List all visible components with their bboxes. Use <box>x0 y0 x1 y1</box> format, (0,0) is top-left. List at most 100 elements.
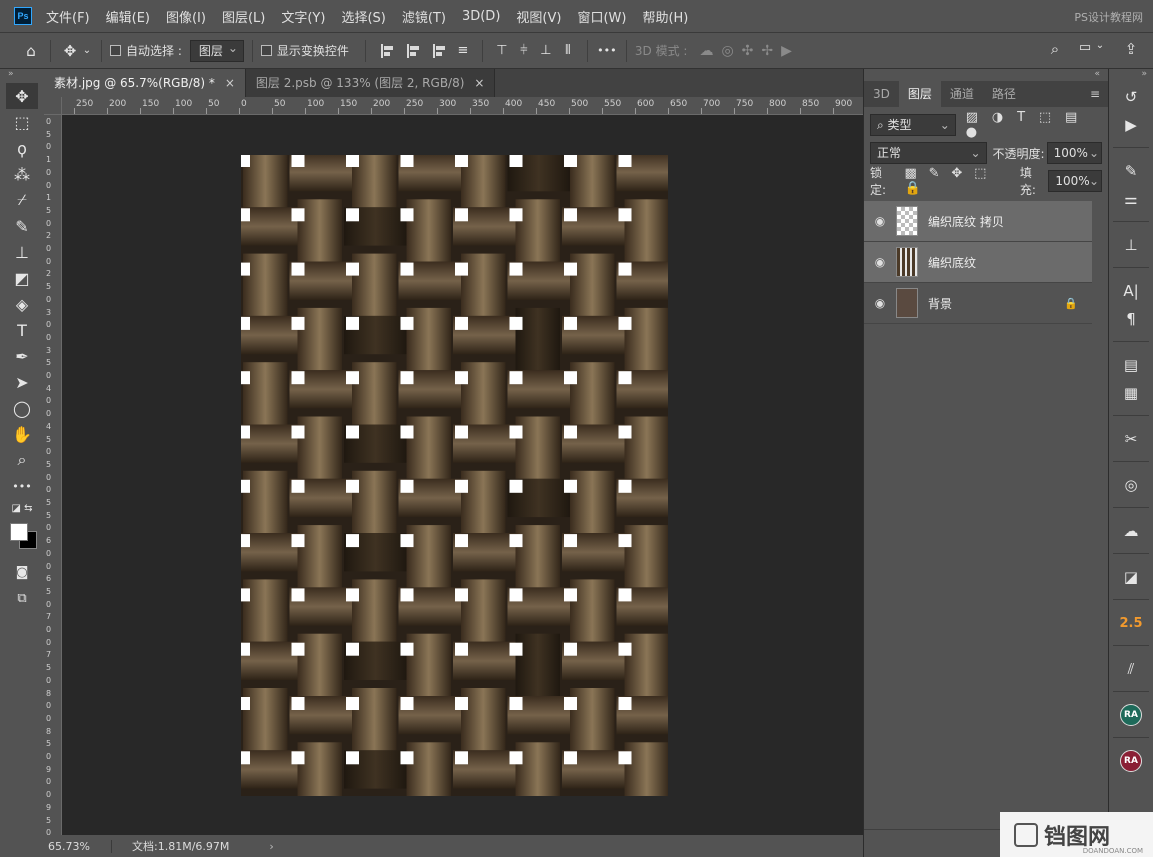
chevron-down-icon[interactable]: ⌄ <box>81 45 93 56</box>
hand-tool-icon[interactable]: ✋ <box>0 421 44 447</box>
collapse-panel-icon[interactable]: « <box>864 69 1108 81</box>
roll-3d-icon[interactable]: ◎ <box>721 43 733 59</box>
paint-bucket-tool-icon[interactable]: ◈ <box>0 291 44 317</box>
menu-type[interactable]: 文字(Y) <box>281 7 325 26</box>
lock-position-icon[interactable]: ✥ <box>951 166 962 181</box>
layer-filter-dropdown[interactable]: ⌕ 类型 ⌄ <box>870 114 956 136</box>
pen-tool-icon[interactable]: ✒ <box>0 343 44 369</box>
align-right-icon[interactable] <box>432 43 445 58</box>
libraries-icon[interactable]: ☁ <box>1109 517 1153 545</box>
layer-weave[interactable]: ◉ 编织底纹 <box>864 242 1092 283</box>
menu-window[interactable]: 窗口(W) <box>577 7 626 26</box>
orbit-3d-icon[interactable]: ☁ <box>699 43 713 59</box>
workspace-chevron-icon[interactable]: ⌄ <box>1094 40 1106 51</box>
auto-select-checkbox[interactable] <box>110 45 121 56</box>
close-tab-icon[interactable]: × <box>474 76 484 90</box>
character-icon[interactable]: A| <box>1109 277 1153 305</box>
align-top-icon[interactable]: ⊤ <box>491 43 513 58</box>
zoom-level[interactable]: 65.73% <box>44 839 112 853</box>
swatches-icon[interactable]: ◪ <box>1109 563 1153 591</box>
tab-paths[interactable]: 路径 <box>983 81 1025 107</box>
tab-sucai[interactable]: 素材.jpg @ 65.7%(RGB/8) * × <box>44 69 246 97</box>
more-tools-icon[interactable]: ••• <box>0 473 44 499</box>
status-menu-arrow[interactable]: › <box>269 840 273 853</box>
distribute-icon[interactable]: ≡ <box>452 43 474 58</box>
smart-object-filter-icon[interactable]: ▤ <box>1065 110 1077 125</box>
more-options-icon[interactable]: ••• <box>596 44 618 57</box>
actions-icon[interactable]: ▶ <box>1109 111 1153 139</box>
slide-3d-icon[interactable]: ✢ <box>761 43 773 59</box>
tools-cross-icon[interactable]: ✂ <box>1109 425 1153 453</box>
ra-plugin-red-icon[interactable]: RA <box>1109 747 1153 775</box>
menu-filter[interactable]: 滤镜(T) <box>402 7 446 26</box>
lock-all-icon[interactable]: 🔒 <box>904 181 920 196</box>
menu-3d[interactable]: 3D(D) <box>462 9 500 24</box>
tab-3d[interactable]: 3D <box>864 81 899 107</box>
plugin-25-icon[interactable]: 2.5 <box>1109 609 1153 637</box>
home-icon[interactable]: ⌂ <box>20 42 42 60</box>
magic-wand-tool-icon[interactable]: ⁂ <box>0 161 44 187</box>
document-canvas[interactable] <box>241 155 668 796</box>
properties-icon[interactable]: ▤ <box>1109 351 1153 379</box>
search-icon[interactable]: ⌕ <box>1044 40 1066 58</box>
align-left-icon[interactable] <box>380 43 393 58</box>
menu-file[interactable]: 文件(F) <box>46 7 90 26</box>
menu-view[interactable]: 视图(V) <box>516 7 561 26</box>
layer-weave-copy[interactable]: ◉ 编织底纹 拷贝 <box>864 201 1092 242</box>
pixel-filter-icon[interactable]: ▨ <box>966 110 978 125</box>
stamp-tool-icon[interactable]: ⊥ <box>0 239 44 265</box>
pan-3d-icon[interactable]: ✣ <box>742 43 754 59</box>
menu-select[interactable]: 选择(S) <box>341 7 385 26</box>
ra-plugin-icon[interactable]: RA <box>1109 701 1153 729</box>
zoom-tool-icon[interactable]: ⌕ <box>0 447 44 473</box>
workspace-icon[interactable]: ▭ <box>1074 40 1096 55</box>
panel-menu-icon[interactable]: ≡ <box>1090 81 1108 107</box>
show-transform-checkbox[interactable] <box>260 45 272 56</box>
ruler-vertical[interactable]: 0 5 0 1 0 0 1 5 0 2 0 0 2 5 0 3 0 0 3 5 0 4 0 0 4 5 0 5 0 0 5 5 0 6 0 0 6 5 0 7… <box>44 97 62 835</box>
align-center-icon[interactable] <box>406 43 419 58</box>
adjustments-icon[interactable]: ⚌ <box>1109 185 1153 213</box>
tab-channels[interactable]: 通道 <box>941 81 983 107</box>
fill-input[interactable]: 100% ⌄ <box>1048 170 1102 192</box>
opacity-input[interactable]: 100% ⌄ <box>1046 142 1102 164</box>
type-tool-icon[interactable]: T <box>0 317 44 343</box>
menu-image[interactable]: 图像(I) <box>166 7 206 26</box>
navigator-icon[interactable]: ◎ <box>1109 471 1153 499</box>
foreground-color[interactable] <box>10 523 28 541</box>
stripes-icon[interactable]: ⫽ <box>1109 655 1153 683</box>
clone-source-icon[interactable]: ⊥ <box>1109 231 1153 259</box>
menu-edit[interactable]: 编辑(E) <box>106 7 150 26</box>
menu-help[interactable]: 帮助(H) <box>642 7 688 26</box>
auto-select-dropdown[interactable]: 图层 <box>189 39 244 62</box>
camera-3d-icon[interactable]: ▶ <box>781 43 792 59</box>
eyedropper-tool-icon[interactable]: ⌿ <box>0 187 44 213</box>
screen-mode-icon[interactable]: ⧉ <box>0 585 44 611</box>
align-bottom-icon[interactable]: ⊥ <box>535 43 557 58</box>
layer-background[interactable]: ◉ 背景 🔒 <box>864 283 1092 324</box>
distribute-vertical-icon[interactable]: ⫴ <box>557 43 579 58</box>
shape-filter-icon[interactable]: ⬚ <box>1039 110 1051 125</box>
collapse-toolbar-icon[interactable]: » <box>0 69 44 83</box>
brush-settings-icon[interactable]: ✎ <box>1109 157 1153 185</box>
lasso-tool-icon[interactable]: ϙ <box>0 135 44 161</box>
history-icon[interactable]: ↺ <box>1109 83 1153 111</box>
move-tool-icon[interactable]: ✥ <box>59 42 81 60</box>
visibility-eye-icon[interactable]: ◉ <box>864 296 896 310</box>
eraser-tool-icon[interactable]: ◩ <box>0 265 44 291</box>
notes-icon[interactable]: ▦ <box>1109 379 1153 407</box>
align-middle-icon[interactable]: ⫩ <box>513 43 535 58</box>
adjustment-filter-icon[interactable]: ◑ <box>992 110 1003 125</box>
move-tool-icon[interactable]: ✥ <box>6 83 38 109</box>
quick-mask-icon[interactable]: ◙ <box>0 559 44 585</box>
lock-artboard-icon[interactable]: ⬚ <box>974 166 986 181</box>
visibility-eye-icon[interactable]: ◉ <box>864 255 896 269</box>
ellipse-tool-icon[interactable]: ◯ <box>0 395 44 421</box>
lock-pixels-icon[interactable]: ✎ <box>929 166 940 181</box>
ruler-corner[interactable] <box>44 97 62 115</box>
marquee-tool-icon[interactable]: ⬚ <box>0 109 44 135</box>
share-icon[interactable]: ⇪ <box>1120 40 1142 58</box>
lock-transparent-icon[interactable]: ▩ <box>904 166 916 181</box>
ruler-horizontal[interactable]: 250 200 150 100 50 0 50 100 150 200 250 300 350 400 45… <box>62 97 863 115</box>
brush-tool-icon[interactable]: ✎ <box>0 213 44 239</box>
swap-colors-icon[interactable]: ◪ ⇆ <box>0 499 44 517</box>
